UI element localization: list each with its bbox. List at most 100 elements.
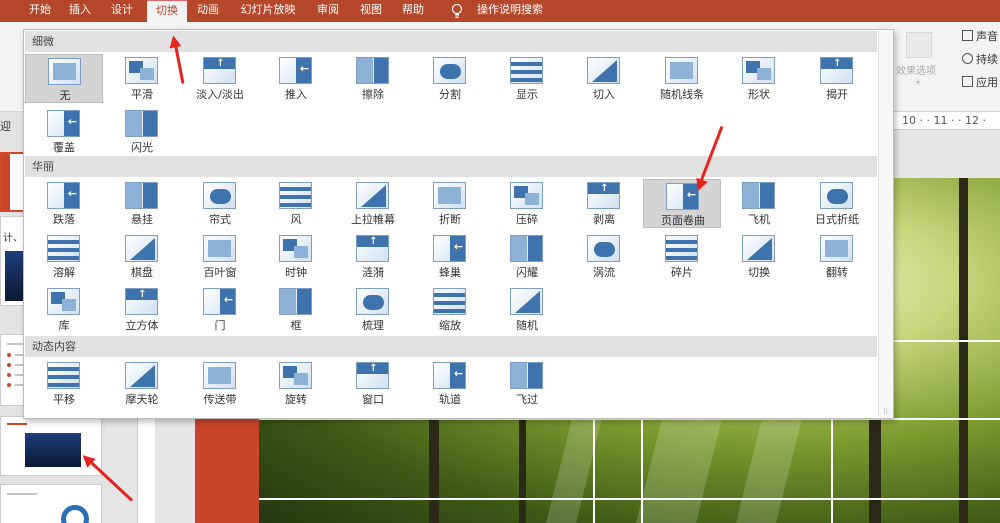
transition-thumbnail-icon	[356, 57, 389, 84]
transition-1-27[interactable]: 缩放	[411, 285, 489, 334]
transition-2-4[interactable]: ↑ 窗口	[334, 359, 412, 408]
transition-thumbnail-icon: ←	[47, 110, 80, 137]
transition-0-2[interactable]: ↑ 淡入/淡出	[181, 54, 259, 103]
transition-1-7[interactable]: ↑ 剥离	[565, 179, 643, 228]
transition-0-12[interactable]: 闪光	[103, 107, 181, 156]
transition-thumbnail-icon: ↑	[203, 57, 236, 84]
transition-label: 形状	[748, 88, 770, 101]
transition-thumbnail-icon	[279, 235, 312, 262]
gallery-scrollbar[interactable]	[878, 31, 893, 417]
transition-thumbnail-icon	[279, 288, 312, 315]
transition-1-12[interactable]: 棋盘	[103, 232, 181, 281]
transition-2-3[interactable]: 旋转	[257, 359, 335, 408]
transition-thumbnail-icon: ↑	[356, 235, 389, 262]
transition-1-26[interactable]: 梳理	[334, 285, 412, 334]
transition-thumbnail-icon	[820, 182, 853, 209]
transition-1-2[interactable]: 帘式	[181, 179, 259, 228]
transition-label: 时钟	[285, 266, 307, 279]
transition-thumbnail-icon	[125, 235, 158, 262]
transition-thumbnail-icon	[510, 235, 543, 262]
transition-2-2[interactable]: 传送带	[181, 359, 259, 408]
transition-1-9[interactable]: 飞机	[720, 179, 798, 228]
transition-thumbnail-icon	[587, 57, 620, 84]
transition-gallery[interactable]: ⁝⁝ 细微无 平滑 ↑ 淡入/淡出 ← 推入 擦除 分割 显示 切入 随机线条 形状 ↑ 揭开 ← 覆盖 闪光华…	[23, 29, 894, 419]
transition-1-3[interactable]: 风	[257, 179, 335, 228]
transition-0-11[interactable]: ← 覆盖	[25, 107, 103, 156]
tab-9[interactable]: 操作说明搜索	[472, 0, 548, 22]
transition-label: 百叶窗	[203, 266, 237, 279]
transition-0-8[interactable]: 随机线条	[643, 54, 721, 103]
transition-0-6[interactable]: 显示	[488, 54, 566, 103]
transition-2-0[interactable]: 平移	[25, 359, 103, 408]
transition-label: 旋转	[285, 393, 307, 406]
transition-thumbnail-icon	[125, 110, 158, 137]
transition-1-23[interactable]: ↑ 立方体	[103, 285, 181, 334]
transition-thumbnail-icon	[820, 235, 853, 262]
tab-0[interactable]: 开始	[26, 0, 54, 22]
lightbulb-icon	[451, 3, 463, 18]
transition-1-1[interactable]: 悬挂	[103, 179, 181, 228]
duration-command[interactable]: 持续	[962, 51, 998, 67]
transition-1-18[interactable]: 涡流	[565, 232, 643, 281]
transition-1-6[interactable]: 压碎	[488, 179, 566, 228]
transition-thumbnail-icon	[510, 57, 543, 84]
transition-thumbnail-icon: ↑	[356, 362, 389, 389]
tab-7[interactable]: 视图	[357, 0, 385, 22]
transition-1-19[interactable]: 碎片	[643, 232, 721, 281]
resize-grip-icon[interactable]: ⁝⁝	[883, 407, 888, 416]
transition-1-25[interactable]: 框	[257, 285, 335, 334]
transition-1-10[interactable]: 日式折纸	[798, 179, 876, 228]
transition-0-7[interactable]: 切入	[565, 54, 643, 103]
slide-thumbnail[interactable]	[0, 484, 102, 523]
transition-0-10[interactable]: ↑ 揭开	[798, 54, 876, 103]
tab-2[interactable]: 设计	[108, 0, 136, 22]
tab-1[interactable]: 插入	[66, 0, 94, 22]
tab-6[interactable]: 审阅	[314, 0, 342, 22]
effect-options-icon[interactable]	[906, 32, 932, 58]
transition-1-16[interactable]: ← 蜂巢	[411, 232, 489, 281]
outline-tab[interactable]: 迎	[0, 118, 22, 138]
transition-1-17[interactable]: 闪耀	[488, 232, 566, 281]
transition-label: 揭开	[826, 88, 848, 101]
transition-1-5[interactable]: 折断	[411, 179, 489, 228]
tab-3[interactable]: 切换	[147, 0, 187, 22]
tab-8[interactable]: 帮助	[399, 0, 427, 22]
transition-thumbnail-icon	[356, 182, 389, 209]
apply-to-all-command[interactable]: 应用	[962, 74, 998, 90]
transition-label: 闪光	[131, 141, 153, 154]
transition-0-4[interactable]: 擦除	[334, 54, 412, 103]
sound-command[interactable]: 声音	[962, 28, 998, 44]
transition-thumbnail-icon	[47, 362, 80, 389]
apply-label: 应用	[976, 76, 998, 89]
transition-label: 传送带	[203, 393, 237, 406]
transition-thumbnail-icon	[48, 58, 81, 85]
tab-5[interactable]: 幻灯片放映	[235, 0, 301, 22]
transition-1-11[interactable]: 溶解	[25, 232, 103, 281]
transition-1-14[interactable]: 时钟	[257, 232, 335, 281]
transition-thumbnail-icon	[510, 182, 543, 209]
transition-1-24[interactable]: ← 门	[181, 285, 259, 334]
transition-0-1[interactable]: 平滑	[103, 54, 181, 103]
transition-1-0[interactable]: ← 跌落	[25, 179, 103, 228]
transition-0-0[interactable]: 无	[25, 54, 103, 103]
transition-1-20[interactable]: 切换	[720, 232, 798, 281]
transition-1-8[interactable]: ← 页面卷曲	[643, 179, 721, 228]
transition-1-13[interactable]: 百叶窗	[181, 232, 259, 281]
tab-4[interactable]: 动画	[194, 0, 222, 22]
transition-2-6[interactable]: 飞过	[488, 359, 566, 408]
transition-1-15[interactable]: ↑ 涟漪	[334, 232, 412, 281]
transition-1-28[interactable]: 随机	[488, 285, 566, 334]
transition-0-3[interactable]: ← 推入	[257, 54, 335, 103]
transition-thumbnail-icon	[742, 235, 775, 262]
transition-1-22[interactable]: 库	[25, 285, 103, 334]
transition-0-9[interactable]: 形状	[720, 54, 798, 103]
sound-label: 声音	[976, 30, 998, 43]
transition-1-4[interactable]: 上拉帷幕	[334, 179, 412, 228]
transition-thumbnail-icon	[510, 288, 543, 315]
transition-0-5[interactable]: 分割	[411, 54, 489, 103]
duration-label: 持续	[976, 53, 998, 66]
transition-2-1[interactable]: 摩天轮	[103, 359, 181, 408]
transition-2-5[interactable]: ← 轨道	[411, 359, 489, 408]
horizontal-ruler: 10 · · 11 · · 12 ·	[894, 112, 1000, 130]
transition-1-21[interactable]: 翻转	[798, 232, 876, 281]
